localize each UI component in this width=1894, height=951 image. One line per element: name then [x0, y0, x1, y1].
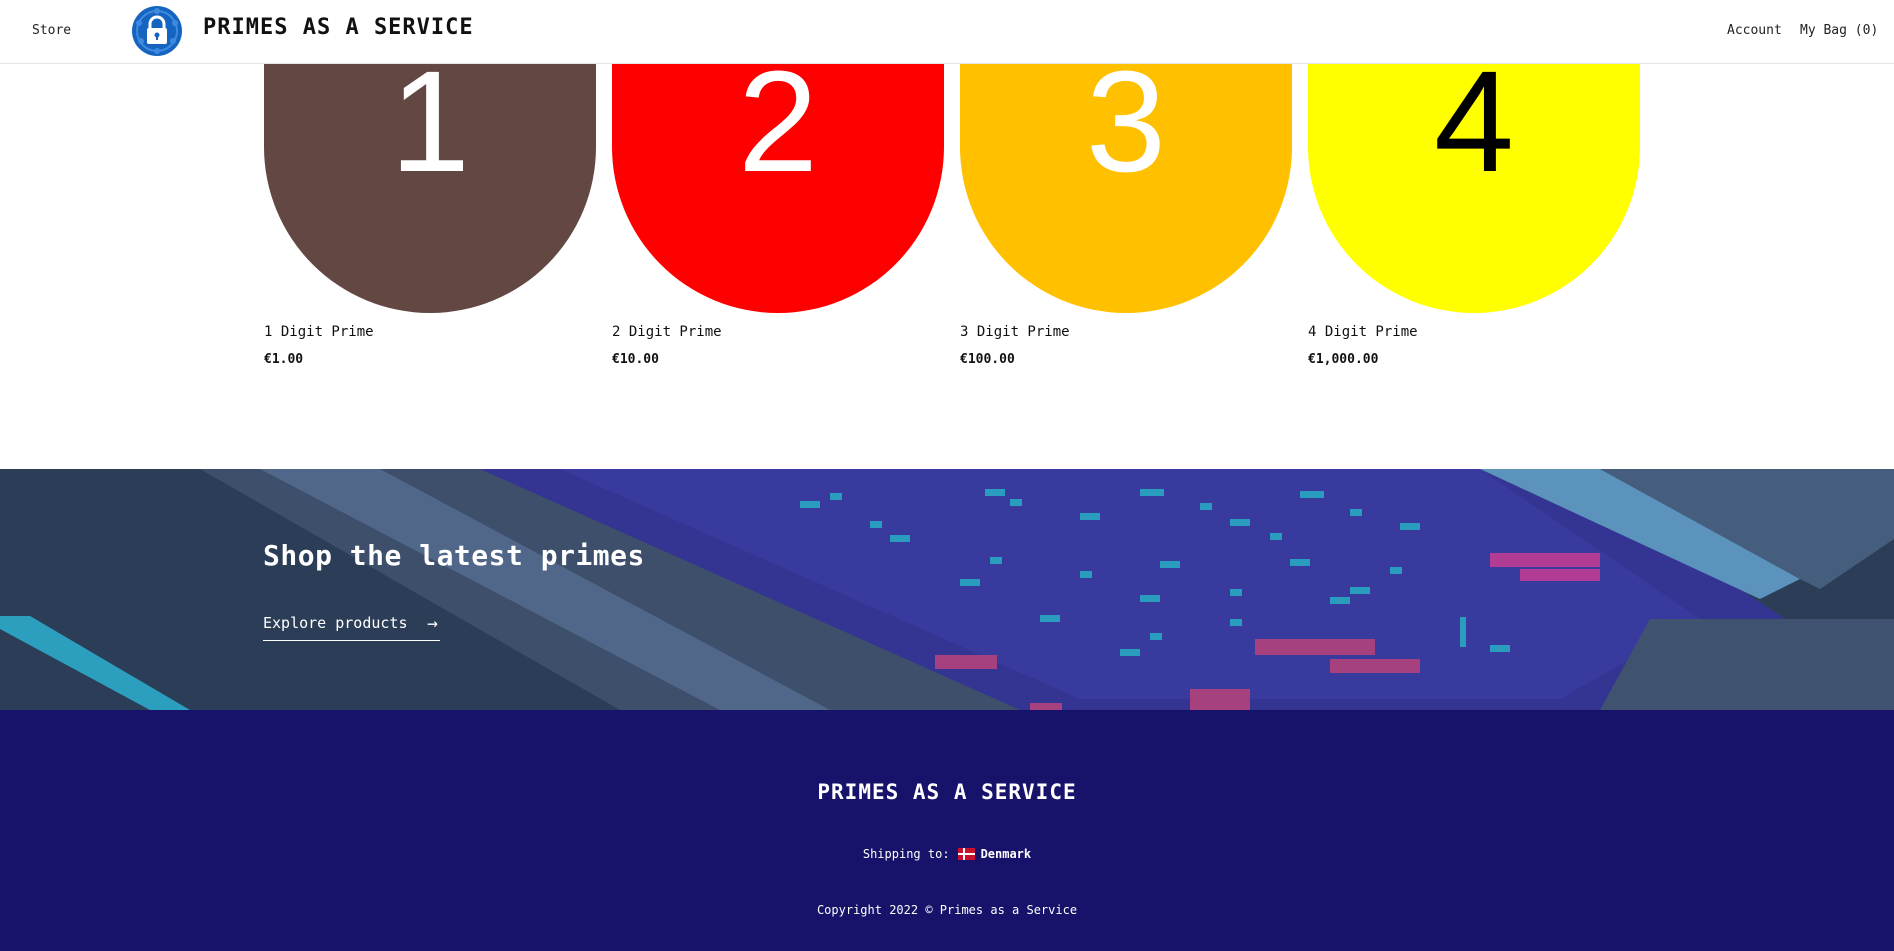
- product-card[interactable]: 1 1 Digit Prime €1.00: [264, 64, 596, 367]
- product-digit: 4: [1433, 64, 1515, 202]
- site-footer: PRIMES AS A SERVICE Shipping to: Denmark …: [0, 710, 1894, 951]
- product-title[interactable]: 1 Digit Prime: [264, 324, 374, 340]
- product-title[interactable]: 3 Digit Prime: [960, 324, 1070, 340]
- footer-brand[interactable]: PRIMES AS A SERVICE: [0, 780, 1894, 804]
- product-image[interactable]: 4: [1308, 64, 1640, 313]
- product-title[interactable]: 2 Digit Prime: [612, 324, 722, 340]
- product-digit: 3: [1085, 64, 1167, 202]
- product-image[interactable]: 3: [960, 64, 1292, 313]
- explore-products-label: Explore products: [263, 614, 408, 632]
- product-card[interactable]: 4 4 Digit Prime €1,000.00: [1308, 64, 1640, 367]
- product-image[interactable]: 1: [264, 64, 596, 313]
- arrow-right-icon: →: [427, 613, 438, 634]
- lock-logo-icon[interactable]: [131, 5, 183, 57]
- product-price: €1.00: [264, 352, 304, 367]
- nav-bag-link[interactable]: My Bag (0): [1800, 23, 1878, 38]
- banner-title: Shop the latest primes: [263, 539, 645, 572]
- pixel-art-background: [0, 469, 1894, 710]
- site-header: Store PRIMES AS A SERVICE Account My Bag…: [0, 0, 1894, 64]
- denmark-flag-icon: [957, 848, 975, 860]
- product-grid: 1 1 Digit Prime €1.00 2 2 Digit Prime €1…: [0, 64, 1894, 469]
- nav-account-link[interactable]: Account: [1727, 23, 1782, 38]
- product-digit: 2: [737, 64, 819, 202]
- country-selector[interactable]: Denmark: [981, 847, 1032, 861]
- copyright-text: Copyright 2022 © Primes as a Service: [816, 903, 1078, 917]
- shipping-label: Shipping to:: [862, 847, 950, 861]
- product-card[interactable]: 2 2 Digit Prime €10.00: [612, 64, 944, 367]
- promo-banner: Shop the latest primes Explore products …: [0, 469, 1894, 710]
- explore-products-link[interactable]: Explore products →: [263, 613, 440, 641]
- product-digit: 1: [389, 64, 471, 202]
- shipping-selector: Shipping to: Denmark: [0, 847, 1894, 861]
- product-price: €1,000.00: [1308, 352, 1379, 367]
- nav-store-link[interactable]: Store: [32, 23, 71, 38]
- product-card[interactable]: 3 3 Digit Prime €100.00: [960, 64, 1292, 367]
- product-price: €100.00: [960, 352, 1015, 367]
- product-price: €10.00: [612, 352, 659, 367]
- brand-title[interactable]: PRIMES AS A SERVICE: [203, 15, 474, 40]
- product-title[interactable]: 4 Digit Prime: [1308, 324, 1418, 340]
- product-image[interactable]: 2: [612, 64, 944, 313]
